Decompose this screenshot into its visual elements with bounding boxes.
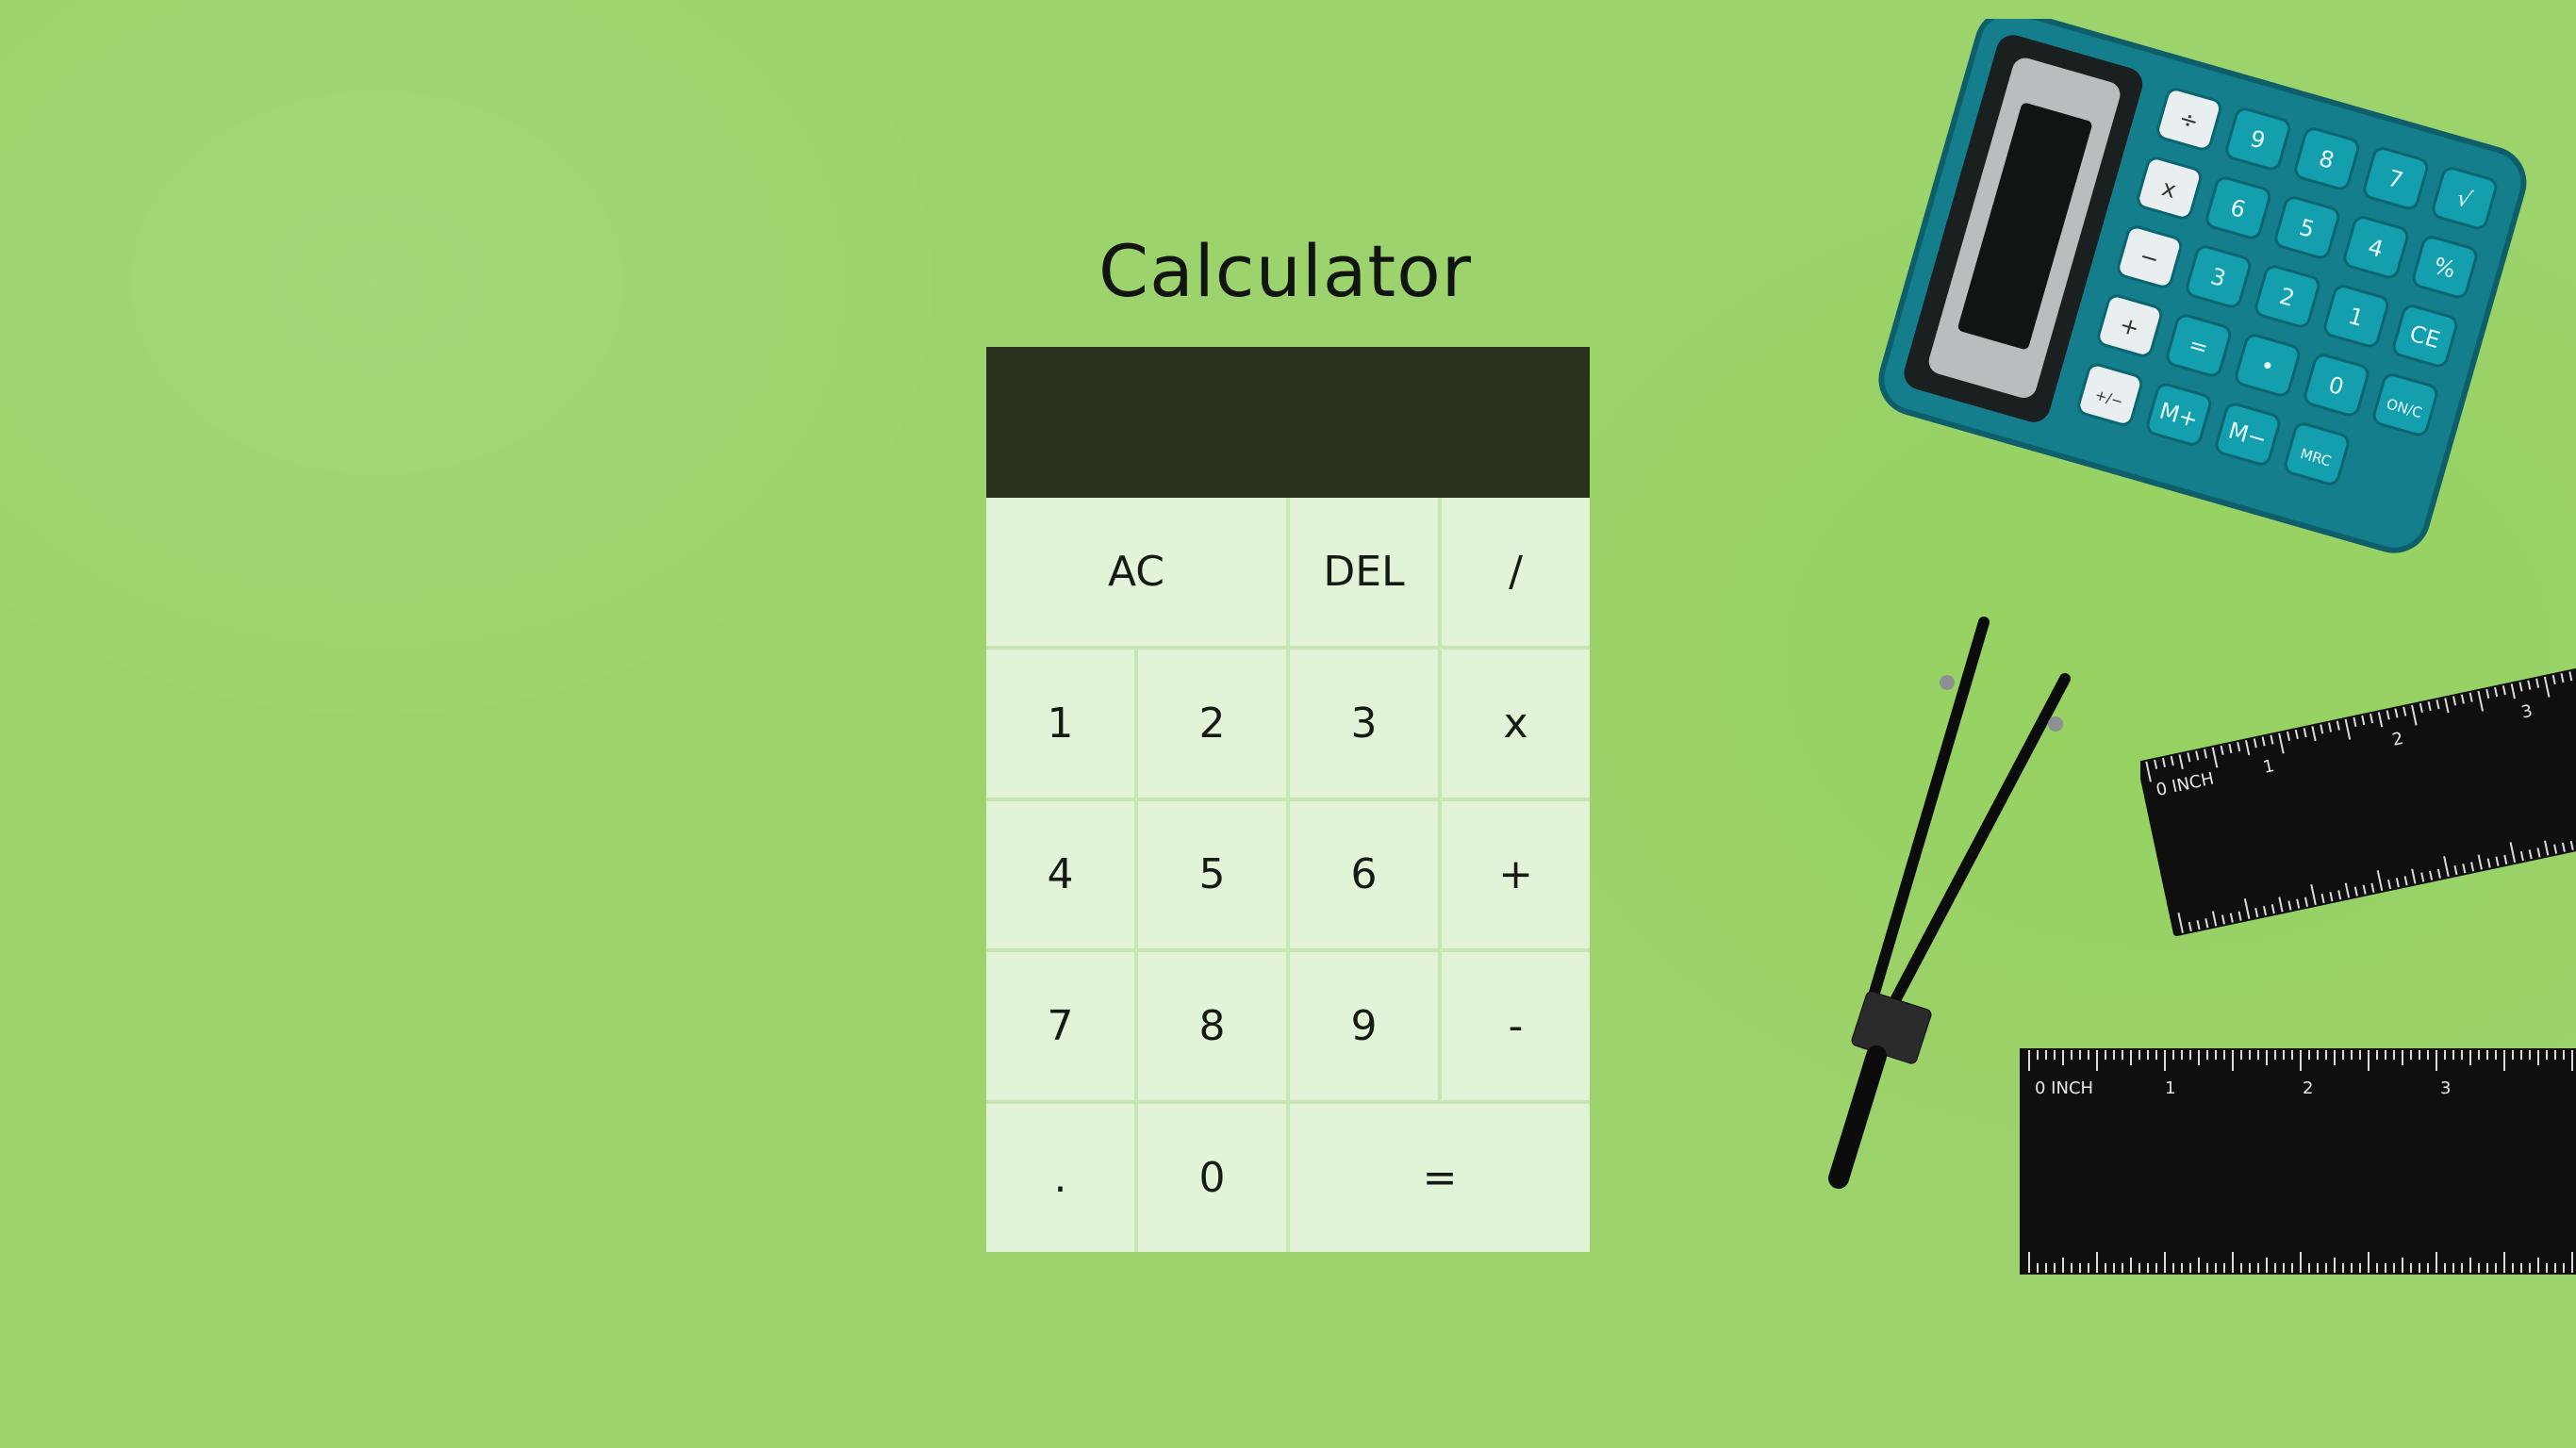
digit-7-button[interactable]: 7 (986, 952, 1134, 1101)
decimal-button[interactable]: . (986, 1104, 1134, 1252)
ruler2-label-inch: 0 INCH (2035, 1078, 2093, 1098)
subtract-button[interactable]: - (1442, 952, 1590, 1101)
ruler2-label-2: 2 (2303, 1078, 2313, 1098)
calculator: AC DEL / 1 2 3 x 4 5 6 + 7 8 9 - . 0 = (986, 347, 1590, 1252)
delete-button[interactable]: DEL (1290, 498, 1438, 646)
digit-0-button[interactable]: 0 (1138, 1104, 1286, 1252)
digit-4-button[interactable]: 4 (986, 800, 1134, 949)
calculator-display (986, 347, 1590, 498)
digit-9-button[interactable]: 9 (1290, 952, 1438, 1101)
digit-5-button[interactable]: 5 (1138, 800, 1286, 949)
ruler-image-2: 0 INCH 1 2 3 (2020, 1048, 2576, 1275)
digit-6-button[interactable]: 6 (1290, 800, 1438, 949)
digit-2-button[interactable]: 2 (1138, 649, 1286, 798)
all-clear-button[interactable]: AC (986, 498, 1286, 646)
multiply-button[interactable]: x (1442, 649, 1590, 798)
ruler-image: 0 INCH 1 2 3 (2140, 660, 2576, 937)
digit-8-button[interactable]: 8 (1138, 952, 1286, 1101)
digit-3-button[interactable]: 3 (1290, 649, 1438, 798)
page-title: Calculator (1098, 229, 1472, 313)
digit-1-button[interactable]: 1 (986, 649, 1134, 798)
add-button[interactable]: + (1442, 800, 1590, 949)
calculator-photo-image: ÷x−++/−963=M+852•M−7410MRC√%CEON/C (1878, 19, 2527, 553)
divide-button[interactable]: / (1442, 498, 1590, 646)
calculator-keypad: AC DEL / 1 2 3 x 4 5 6 + 7 8 9 - . 0 = (986, 498, 1590, 1252)
ruler2-label-3: 3 (2440, 1078, 2451, 1098)
ruler2-label-1: 1 (2165, 1078, 2175, 1098)
equals-button[interactable]: = (1290, 1104, 1590, 1252)
